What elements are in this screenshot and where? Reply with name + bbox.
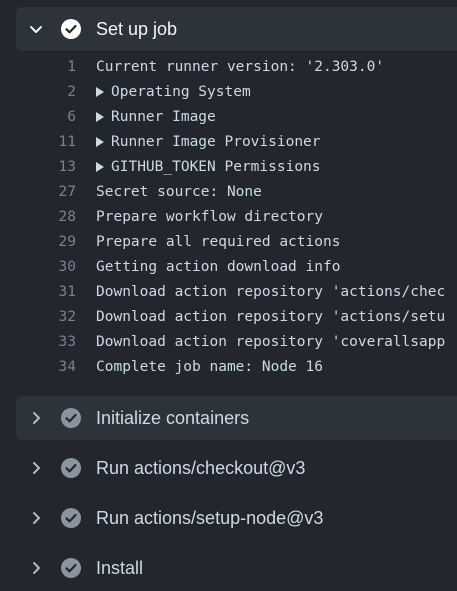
log-line: 27 Secret source: None [0, 180, 457, 205]
log-text: Prepare workflow directory [96, 209, 323, 225]
log-line: 32 Download action repository 'actions/s… [0, 305, 457, 330]
log-line: 31 Download action repository 'actions/c… [0, 280, 457, 305]
step-run-checkout[interactable]: Run actions/checkout@v3 [16, 446, 457, 490]
check-circle-icon [61, 558, 81, 578]
log-group-line[interactable]: 11 Runner Image Provisioner [0, 130, 457, 155]
chevron-right-icon [33, 462, 40, 474]
log-text: Download action repository 'actions/setu [96, 309, 446, 325]
log-line: 30 Getting action download info [0, 255, 457, 280]
step-set-up-job[interactable]: Set up job [16, 7, 457, 51]
step-title: Set up job [96, 19, 178, 39]
log-line: 28 Prepare workflow directory [0, 205, 457, 230]
expand-triangle-icon[interactable] [96, 112, 104, 122]
log-line: 29 Prepare all required actions [0, 230, 457, 255]
step-log: 1 Current runner version: '2.303.0' 2 Op… [0, 55, 457, 380]
line-number[interactable]: 28 [0, 205, 76, 230]
chevron-right-icon [33, 562, 40, 574]
step-title: Install [96, 558, 144, 578]
step-install[interactable]: Install [16, 546, 457, 590]
log-group-title: Runner Image Provisioner [111, 134, 321, 150]
line-number[interactable]: 1 [0, 55, 76, 80]
check-circle-icon [61, 458, 81, 478]
line-number[interactable]: 33 [0, 330, 76, 355]
chevron-right-icon [33, 412, 40, 424]
step-initialize-containers[interactable]: Initialize containers [16, 396, 457, 440]
log-group-title: GITHUB_TOKEN Permissions [111, 159, 321, 175]
log-text: Download action repository 'coverallsapp [96, 334, 446, 350]
log-line: 34 Complete job name: Node 16 [0, 355, 457, 380]
log-group-line[interactable]: 2 Operating System [0, 80, 457, 105]
step-title: Run actions/checkout@v3 [96, 458, 306, 478]
log-text: Secret source: None [96, 184, 262, 200]
expand-triangle-icon[interactable] [96, 87, 104, 97]
log-text: Current runner version: '2.303.0' [96, 59, 385, 75]
line-number[interactable]: 6 [0, 105, 76, 130]
expand-triangle-icon[interactable] [96, 162, 104, 172]
line-number[interactable]: 34 [0, 355, 76, 380]
step-title: Initialize containers [96, 408, 250, 428]
line-number[interactable]: 11 [0, 130, 76, 155]
log-text: Download action repository 'actions/chec [96, 284, 446, 300]
check-circle-icon [61, 508, 81, 528]
log-text: Getting action download info [96, 259, 341, 275]
log-line: 1 Current runner version: '2.303.0' [0, 55, 457, 80]
check-circle-icon [61, 19, 81, 39]
expand-triangle-icon[interactable] [96, 137, 104, 147]
log-group-line[interactable]: 6 Runner Image [0, 105, 457, 130]
line-number[interactable]: 30 [0, 255, 76, 280]
log-group-title: Runner Image [111, 109, 216, 125]
step-run-setup-node[interactable]: Run actions/setup-node@v3 [16, 496, 457, 540]
log-group-line[interactable]: 13 GITHUB_TOKEN Permissions [0, 155, 457, 180]
line-number[interactable]: 27 [0, 180, 76, 205]
chevron-right-icon [33, 512, 40, 524]
check-circle-icon [61, 408, 81, 428]
line-number[interactable]: 29 [0, 230, 76, 255]
line-number[interactable]: 31 [0, 280, 76, 305]
step-title: Run actions/setup-node@v3 [96, 508, 324, 528]
line-number[interactable]: 13 [0, 155, 76, 180]
chevron-down-icon [30, 26, 42, 33]
log-text: Complete job name: Node 16 [96, 359, 323, 375]
line-number[interactable]: 2 [0, 80, 76, 105]
log-text: Prepare all required actions [96, 234, 341, 250]
log-group-title: Operating System [111, 84, 251, 100]
log-line: 33 Download action repository 'coveralls… [0, 330, 457, 355]
line-number[interactable]: 32 [0, 305, 76, 330]
